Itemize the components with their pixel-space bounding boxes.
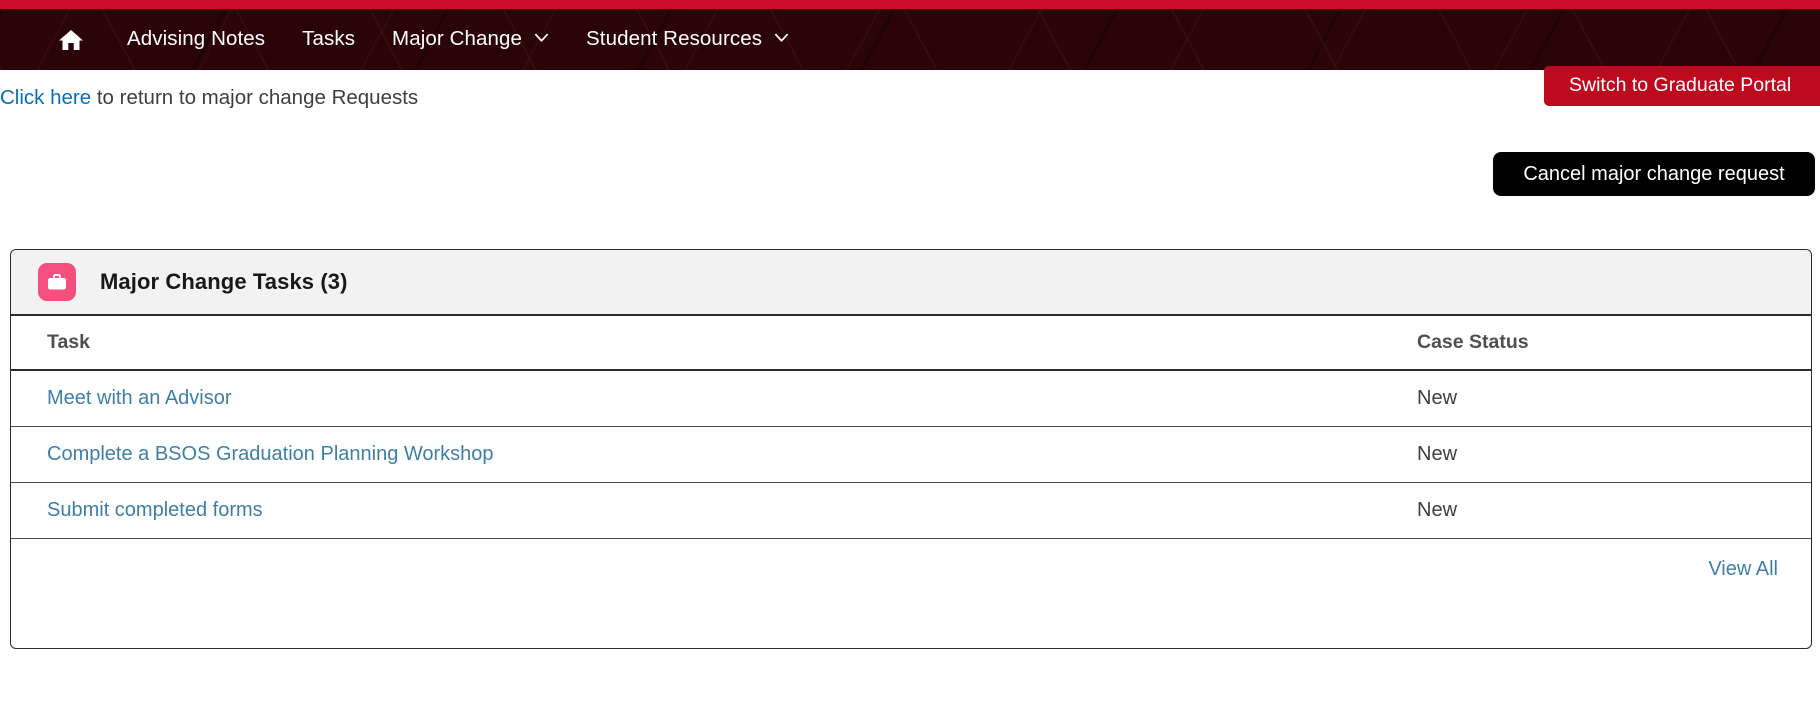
return-notice-text: to return to major change Requests xyxy=(91,86,419,109)
table-row: Complete a BSOS Graduation Planning Work… xyxy=(11,426,1811,483)
major-change-tasks-card: Major Change Tasks (3) Task Case Status … xyxy=(10,249,1812,649)
card-footer: View All xyxy=(11,538,1811,601)
nav-item-student-resources[interactable]: Student Resources xyxy=(586,29,789,50)
briefcase-icon xyxy=(38,263,76,301)
table-cell-task: Submit completed forms xyxy=(11,482,1381,539)
table-cell-case-status: New xyxy=(1381,426,1811,483)
table-cell-case-status: New xyxy=(1381,482,1811,539)
view-all-link[interactable]: View All xyxy=(1708,558,1778,581)
task-link[interactable]: Meet with an Advisor xyxy=(47,387,232,409)
home-icon xyxy=(58,28,84,52)
tasks-table: Task Case Status Meet with an Advisor Ne… xyxy=(11,316,1811,539)
main-navbar: Advising Notes Tasks Major Change Studen… xyxy=(0,9,1820,70)
nav-item-tasks[interactable]: Tasks xyxy=(302,29,355,50)
nav-item-home[interactable] xyxy=(58,28,84,52)
navbar-items-container: Advising Notes Tasks Major Change Studen… xyxy=(0,9,1820,70)
nav-item-label: Advising Notes xyxy=(127,27,266,51)
table-row: Submit completed forms New xyxy=(11,482,1811,539)
table-row: Meet with an Advisor New xyxy=(11,370,1811,427)
table-cell-task: Meet with an Advisor xyxy=(11,370,1381,427)
nav-item-label: Student Resources xyxy=(586,27,763,51)
switch-to-graduate-portal-button[interactable]: Switch to Graduate Portal xyxy=(1544,66,1820,106)
card-title: Major Change Tasks (3) xyxy=(100,269,348,294)
return-notice: Click here to return to major change Req… xyxy=(0,86,419,109)
column-header-case-status[interactable]: Case Status xyxy=(1381,316,1811,371)
column-header-task[interactable]: Task xyxy=(11,316,1381,371)
nav-item-label: Tasks xyxy=(302,27,356,51)
table-cell-case-status: New xyxy=(1381,370,1811,427)
nav-item-label: Major Change xyxy=(392,27,523,51)
table-cell-task: Complete a BSOS Graduation Planning Work… xyxy=(11,426,1381,483)
chevron-down-icon xyxy=(534,30,549,45)
return-link[interactable]: Click here xyxy=(0,86,91,109)
task-link[interactable]: Submit completed forms xyxy=(47,499,263,521)
chevron-down-icon xyxy=(774,30,789,45)
nav-item-advising-notes[interactable]: Advising Notes xyxy=(127,29,265,50)
cancel-major-change-request-button[interactable]: Cancel major change request xyxy=(1493,152,1815,196)
top-accent-stripe xyxy=(0,0,1820,9)
nav-item-major-change[interactable]: Major Change xyxy=(392,29,549,50)
card-header: Major Change Tasks (3) xyxy=(11,250,1811,316)
table-header-row: Task Case Status xyxy=(11,316,1811,371)
task-link[interactable]: Complete a BSOS Graduation Planning Work… xyxy=(47,443,494,465)
